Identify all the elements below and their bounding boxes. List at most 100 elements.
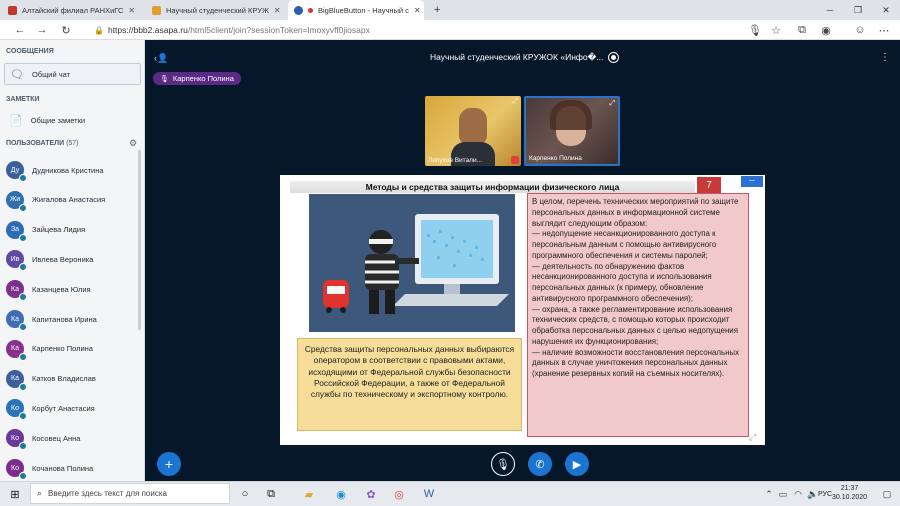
- slide-number: 7: [697, 177, 721, 193]
- url-host: https://bbb2.asapa.ru: [107, 25, 188, 35]
- app-icon[interactable]: ✿: [362, 485, 380, 503]
- favorite-star-icon[interactable]: ☆: [766, 20, 786, 40]
- user-name: Дудникова Кристина: [32, 165, 104, 175]
- user-avatar: Ду: [6, 161, 27, 182]
- browser-tab-1[interactable]: Алтайский филиал РАНХиГС ✕: [2, 0, 138, 20]
- user-name: Казанцева Юлия: [32, 284, 91, 294]
- listen-only-icon: [19, 293, 27, 302]
- hide-users-list-icon[interactable]: ‹👤: [154, 53, 168, 64]
- minimize-window-button[interactable]: ─: [816, 0, 844, 20]
- user-list-item[interactable]: Жи Жигалова Анастасия: [6, 187, 105, 213]
- slide-fullscreen-icon[interactable]: ⤢: [749, 432, 763, 444]
- user-avatar: Ко: [6, 399, 27, 421]
- users-header: ПОЛЬЗОВАТЕЛИ (57): [6, 140, 79, 147]
- microphone-permission-icon[interactable]: 🎙: [745, 20, 765, 40]
- public-chat-label: Общий чат: [31, 69, 71, 79]
- close-tab-icon[interactable]: ✕: [128, 6, 135, 15]
- close-tab-icon[interactable]: ✕: [414, 6, 421, 15]
- user-name: Жигалова Анастасия: [32, 195, 106, 205]
- url-field[interactable]: 🔒 https://bbb2.asapa.ru/html5client/join…: [94, 23, 370, 37]
- muted-mic-icon: [511, 156, 519, 164]
- close-window-button[interactable]: ✕: [872, 0, 900, 20]
- user-list-item[interactable]: Ду Дудникова Кристина: [6, 157, 104, 183]
- users-scrollbar[interactable]: [138, 150, 141, 330]
- chrome-icon[interactable]: ◎: [390, 485, 408, 503]
- edge-browser-icon[interactable]: ◉: [332, 485, 350, 503]
- user-list-item[interactable]: Ка Капитанова Ирина: [6, 306, 97, 332]
- video-tile-2[interactable]: Карпенко Полина ⤢: [524, 96, 620, 166]
- user-avatar: Жи: [6, 190, 27, 212]
- video-tile-1[interactable]: Лопухов Витали... ⤢: [425, 96, 521, 166]
- file-explorer-icon[interactable]: ▰: [300, 485, 318, 503]
- new-tab-button[interactable]: +: [428, 0, 442, 20]
- user-name: Корбут Анастасия: [32, 403, 95, 413]
- listen-only-icon: [19, 472, 27, 480]
- search-icon: ⌕: [37, 488, 43, 498]
- browser-tab-2[interactable]: Научный студенческий КРУЖ ✕: [146, 0, 282, 20]
- browser-menu-icon[interactable]: ⋯: [874, 20, 894, 40]
- profile-icon[interactable]: ◉: [816, 20, 836, 40]
- tab-title: BigBlueButton - Научный с: [318, 5, 409, 15]
- listen-only-icon: [19, 174, 27, 182]
- task-view-icon[interactable]: ⧉: [262, 485, 280, 503]
- user-list-item[interactable]: Ка Катков Владислав: [6, 366, 96, 392]
- close-tab-icon[interactable]: ✕: [274, 6, 281, 15]
- options-menu-icon[interactable]: ⋮: [880, 52, 890, 63]
- maximize-window-button[interactable]: ❐: [844, 0, 872, 20]
- language-indicator[interactable]: РУС: [818, 491, 832, 498]
- slide-yellow-textbox: Средства защиты персональных данных выби…: [297, 338, 522, 431]
- reload-icon[interactable]: ↻: [56, 20, 76, 40]
- listen-only-icon: [19, 382, 27, 391]
- user-name: Карпенко Полина: [32, 344, 93, 354]
- taskbar-clock[interactable]: 21:37 30.10.2020: [832, 484, 867, 502]
- minimize-presentation-button[interactable]: ─: [741, 176, 763, 187]
- user-list-item[interactable]: Ко Кочанова Полина: [6, 455, 93, 481]
- video-name: Карпенко Полина: [529, 155, 582, 162]
- cortana-icon[interactable]: ○: [236, 485, 254, 503]
- back-arrow-icon[interactable]: ←: [10, 20, 30, 40]
- forward-arrow-icon[interactable]: →: [32, 20, 52, 40]
- participant-hair: [550, 100, 592, 130]
- clock-date: 30.10.2020: [832, 494, 868, 501]
- notes-header: ЗАМЕТКИ: [6, 96, 40, 103]
- fullscreen-icon[interactable]: ⤢: [609, 100, 615, 108]
- taskbar-search[interactable]: ⌕ Введите здесь текст для поиска: [30, 483, 230, 504]
- user-list-item[interactable]: Ка Казанцева Юлия: [6, 276, 91, 302]
- user-list-item[interactable]: Ко Косовец Анна: [6, 425, 80, 451]
- participant-silhouette: [459, 108, 487, 144]
- user-name: Кочанова Полина: [32, 463, 94, 473]
- notifications-icon[interactable]: ▢: [878, 485, 896, 503]
- leave-audio-phone-button[interactable]: ✆: [528, 452, 552, 476]
- hacker-laptop-drawing: [309, 194, 515, 332]
- user-list-item[interactable]: Ка Карпенко Полина: [6, 336, 93, 362]
- talking-indicator: 🎙 Карпенко Полина: [153, 72, 241, 85]
- chat-bubble-icon: 🗨: [10, 68, 24, 81]
- listen-only-icon: [19, 442, 27, 451]
- word-icon[interactable]: W: [420, 485, 438, 503]
- browser-tab-3[interactable]: BigBlueButton - Научный с ✕: [288, 0, 424, 20]
- listen-only-icon: [19, 412, 27, 421]
- settings-gear-icon[interactable]: ⚙: [129, 138, 137, 149]
- public-chat-item[interactable]: 🗨 Общий чат: [4, 63, 141, 85]
- recording-status-icon[interactable]: [608, 52, 619, 63]
- shared-notes-label: Общие заметки: [30, 115, 86, 125]
- windows-start-icon[interactable]: ⊞: [6, 485, 24, 503]
- page-favicon-icon: [152, 5, 161, 15]
- extensions-icon[interactable]: ☺: [850, 20, 870, 40]
- search-placeholder: Введите здесь текст для поиска: [48, 489, 167, 498]
- user-name: Капитанова Ирина: [32, 314, 97, 324]
- user-avatar: Ка: [6, 280, 27, 302]
- listen-only-icon: [19, 352, 27, 361]
- user-list-item[interactable]: Ив Ивлева Вероника: [6, 246, 93, 272]
- talking-user: Карпенко Полина: [172, 74, 234, 83]
- camera-button[interactable]: ▶: [565, 452, 589, 476]
- collections-icon[interactable]: ⧉: [792, 20, 812, 40]
- shared-notes-item[interactable]: 📄 Общие заметки: [4, 110, 141, 130]
- mic-icon: 🎙: [160, 75, 169, 83]
- microphone-button[interactable]: 🎙: [491, 452, 515, 476]
- fullscreen-icon[interactable]: ⤢: [512, 98, 518, 106]
- actions-plus-button[interactable]: +: [157, 452, 181, 476]
- user-list-item[interactable]: Ко Корбут Анастасия: [6, 395, 95, 421]
- user-list-item[interactable]: За Зайцева Лидия: [6, 217, 85, 243]
- lock-icon: 🔒: [94, 25, 104, 35]
